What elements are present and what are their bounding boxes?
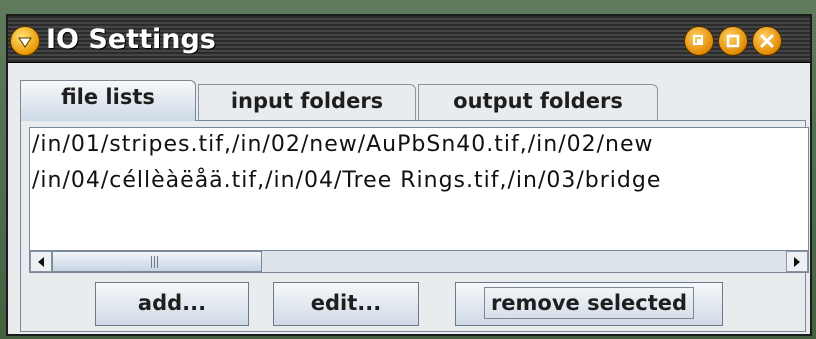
add-button[interactable]: add... <box>95 282 249 326</box>
scrollbar-thumb[interactable] <box>52 251 262 272</box>
horizontal-scrollbar[interactable] <box>29 251 809 273</box>
list-item[interactable]: /in/01/stripes.tif,/in/02/new/AuPbSn40.t… <box>32 132 654 157</box>
arrow-left-icon[interactable] <box>30 251 52 272</box>
arrow-right-icon[interactable] <box>786 251 808 272</box>
tab-strip: file lists input folders output folders <box>20 80 800 121</box>
list-item[interactable]: /in/04/céllèàëåä.tif,/in/04/Tree Rings.t… <box>32 168 661 193</box>
menu-icon[interactable] <box>10 26 40 56</box>
iconify-icon[interactable] <box>684 26 714 56</box>
tab-output-folders[interactable]: output folders <box>418 84 658 120</box>
tab-panel-file-lists: /in/01/stripes.tif,/in/02/new/AuPbSn40.t… <box>20 120 809 332</box>
close-icon[interactable] <box>752 26 782 56</box>
remove-selected-label: remove selected <box>483 287 695 319</box>
file-list[interactable]: /in/01/stripes.tif,/in/02/new/AuPbSn40.t… <box>29 127 809 251</box>
tab-file-lists[interactable]: file lists <box>20 80 196 121</box>
tab-input-folders[interactable]: input folders <box>198 84 416 120</box>
grip-icon <box>149 256 161 268</box>
remove-selected-button[interactable]: remove selected <box>455 282 723 326</box>
title-bar[interactable]: IO Settings <box>8 16 810 63</box>
maximize-icon[interactable] <box>718 26 748 56</box>
io-settings-window: IO Settings file lists input folders out… <box>6 14 812 336</box>
edit-button[interactable]: edit... <box>273 282 419 326</box>
window-title: IO Settings <box>46 24 216 55</box>
